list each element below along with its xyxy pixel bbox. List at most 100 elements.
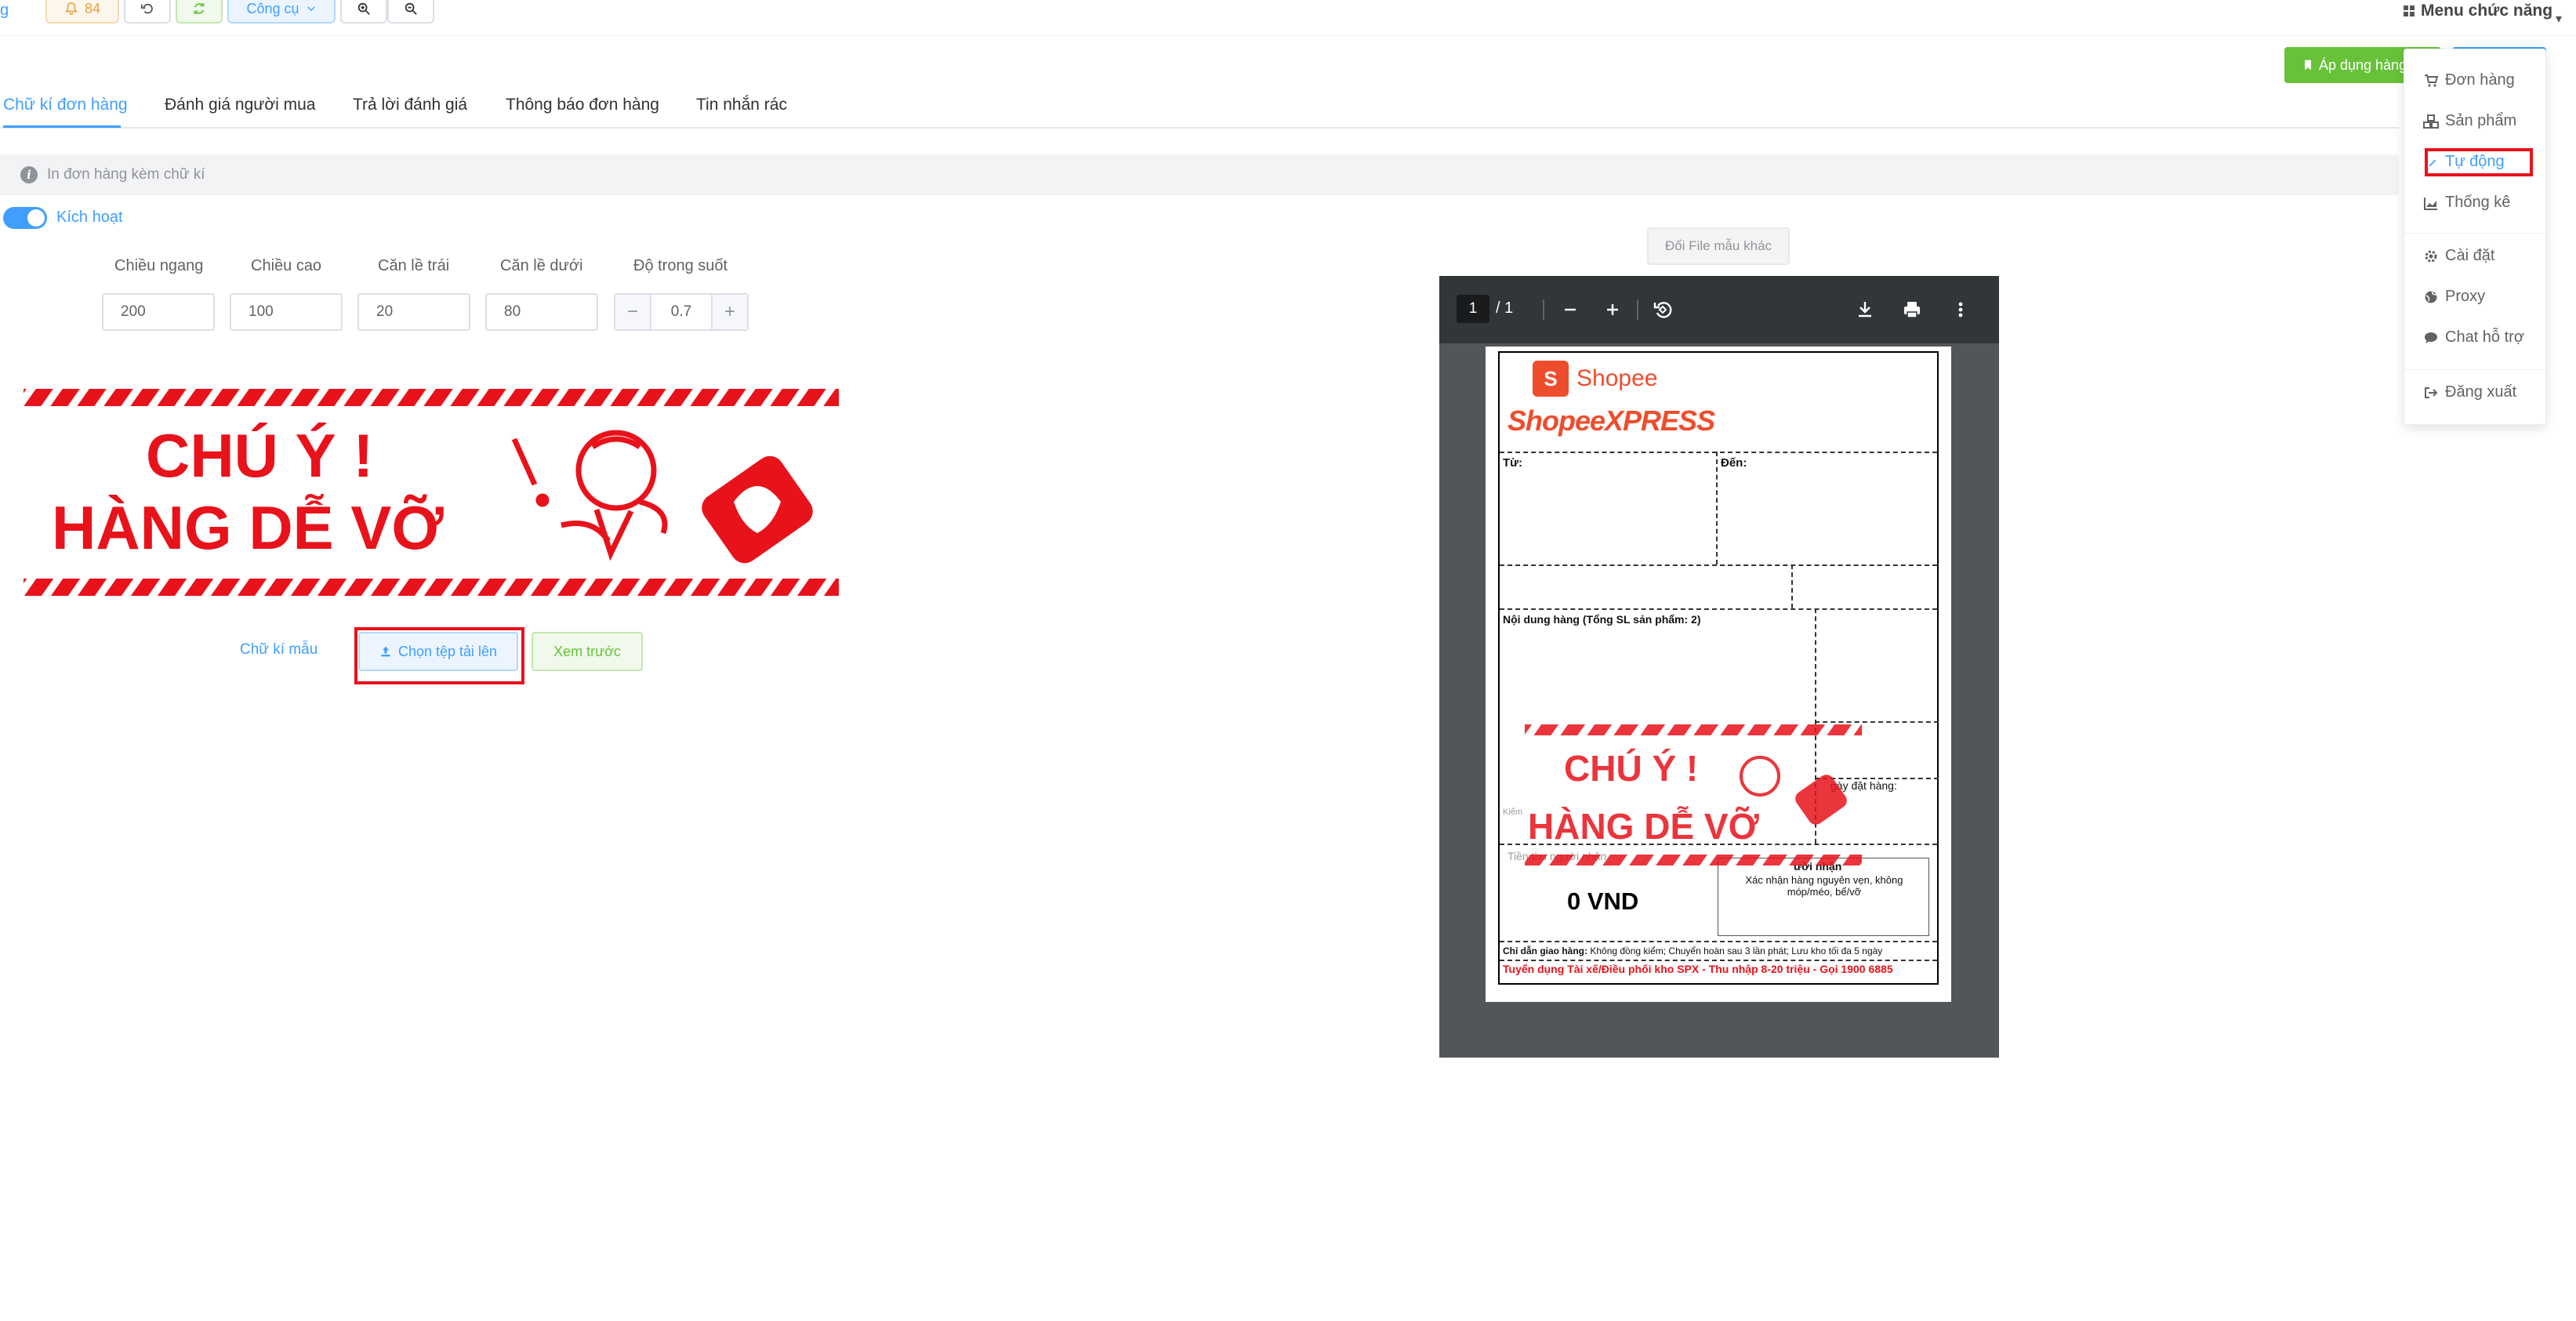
cart-icon [2425,74,2439,87]
menu-divider [2404,233,2545,234]
globe-icon [2425,291,2437,303]
height-input[interactable]: 100 [230,293,343,331]
opacity-value[interactable]: 0.7 [651,295,711,329]
cod-amount: 0 VND [1567,887,1639,915]
divider [1500,452,1937,453]
chart-icon [2424,197,2437,210]
zoom-out-button[interactable] [387,0,434,24]
menu-divider [2404,369,2545,370]
opacity-stepper: − 0.7 + [614,293,749,331]
menu-item-products[interactable]: Sản phẩm [2423,112,2516,130]
confirm-text: Xác nhận hàng nguyên vẹn, không móp/méo,… [1745,874,1903,898]
tab-order-notification[interactable]: Thông báo đơn hàng [506,96,659,114]
height-label: Chiều cao [251,257,322,274]
to-label: Đến: [1721,456,1747,470]
pdf-page: S Shopee ShopeeXPRESS Từ: Đến: Nội dung … [1486,347,1951,1002]
opacity-label: Độ trong suốt [633,257,728,274]
zoom-in-icon[interactable] [1601,298,1624,321]
increase-button[interactable]: + [711,295,747,329]
pdf-toolbar: 1 / 1 [1439,276,1999,343]
menu-label-support-chat: Chat hỗ trợ [2445,328,2524,346]
undo-button[interactable] [124,0,171,24]
change-template-button[interactable]: Đổi File mẫu khác [1647,227,1790,265]
notification-button[interactable]: 84 [45,0,119,24]
menu-label-settings: Cài đặt [2445,247,2495,264]
apply-label: Áp dụng hàng [2319,56,2407,73]
tab-order-signature[interactable]: Chữ kí đơn hàng [3,96,128,114]
spx-logo: ShopeeXPRESS [1508,405,1715,437]
menu-item-settings[interactable]: Cài đặt [2423,247,2494,265]
toolbar-divider [1637,299,1638,320]
decrease-button[interactable]: − [615,295,651,329]
menu-label-products: Sản phẩm [2445,112,2517,129]
tools-dropdown[interactable]: Công cụ [227,0,336,24]
gear-icon [2425,250,2437,262]
margin-left-input[interactable]: 20 [357,293,470,331]
margin-bottom-input[interactable]: 80 [485,293,598,331]
active-tab-indicator [3,125,121,128]
menu-item-orders[interactable]: Đơn hàng [2423,71,2515,89]
margin-bottom-value: 80 [504,303,521,320]
zoom-out-icon[interactable] [1558,298,1582,321]
menu-label-proxy: Proxy [2445,288,2486,305]
overlay-line2: HÀNG DỄ VỠ [1528,806,1760,847]
menu-label-logout: Đăng xuất [2445,383,2517,401]
activate-label: Kích hoạt [56,209,123,226]
change-template-label: Đổi File mẫu khác [1664,238,1772,253]
logout-icon [2425,387,2438,398]
sticker-line2: HÀNG DỄ VỠ [52,493,444,562]
upload-highlight-box [354,627,524,684]
toolbar-divider [1543,299,1544,320]
recruitment-text: Tuyển dụng Tài xế/Điều phối kho SPX - Th… [1503,963,1893,975]
zoom-out-icon [405,2,417,15]
top-toolbar: g 84 Công cụ Menu chức năng ▾ [0,0,2576,36]
info-text: In đơn hàng kèm chữ kí [47,166,205,183]
info-icon: i [20,166,38,183]
preview-button[interactable]: Xem trước [532,632,643,671]
print-icon[interactable] [1900,298,1924,321]
menu-item-logout[interactable]: Đăng xuất [2423,383,2516,401]
shopee-brand: Shopee [1576,365,1658,391]
tab-reply-review[interactable]: Trả lời đánh giá [353,96,467,114]
comment-icon [2425,332,2437,343]
width-value: 200 [121,303,146,320]
sample-signature-link[interactable]: Chữ kí mẫu [240,641,317,659]
tab-buyer-review[interactable]: Đánh giá người mua [165,96,315,114]
rotate-icon[interactable] [1651,298,1674,321]
function-menu-dropdown: Đơn hàng Sản phẩm Tự động Thống kê Cài đ… [2404,49,2546,425]
shopee-logo: S Shopee [1533,361,1657,397]
preview-label: Xem trước [553,643,621,659]
divider [1716,452,1718,564]
automation-highlight-box [2425,148,2533,176]
tab-spam-message[interactable]: Tin nhắn rác [696,96,787,114]
undo-icon [140,3,153,14]
page-number-input[interactable]: 1 [1457,295,1489,323]
width-label: Chiều ngang [114,257,204,274]
menu-item-proxy[interactable]: Proxy [2423,288,2485,306]
overlay-line1: CHÚ Ý ! [1564,748,1698,789]
guide-title: Chỉ dẫn giao hàng: [1503,945,1587,956]
toolbar-edge-text: g [0,2,9,19]
zoom-in-button[interactable] [340,0,387,24]
settings-tabs: Chữ kí đơn hàng Đánh giá người mua Trả l… [0,86,2399,129]
divider [1500,564,1937,566]
from-label: Từ: [1503,456,1523,470]
shopee-bag-icon: S [1533,361,1569,397]
more-options-icon[interactable] [1949,298,1972,321]
menu-item-support-chat[interactable]: Chat hỗ trợ [2423,328,2524,347]
divider [1791,564,1793,608]
download-icon[interactable] [1853,298,1877,321]
caret-down-icon: ▾ [2556,13,2563,26]
chevron-down-icon [307,6,315,12]
margin-left-label: Căn lề trái [378,257,450,274]
tools-label: Công cụ [246,0,299,16]
menu-item-statistics[interactable]: Thống kê [2423,194,2510,212]
fragile-sticker-preview: CHÚ Ý ! HÀNG DỄ VỠ [13,384,848,602]
width-input[interactable]: 200 [102,293,215,331]
guide-text: Không đồng kiểm; Chuyển hoàn sau 3 lần p… [1590,945,1883,956]
activate-switch[interactable] [3,207,47,229]
divider [1500,941,1937,942]
zoom-in-icon [357,2,370,15]
function-menu-trigger[interactable]: Menu chức năng [2404,2,2552,20]
refresh-button[interactable] [176,0,223,24]
